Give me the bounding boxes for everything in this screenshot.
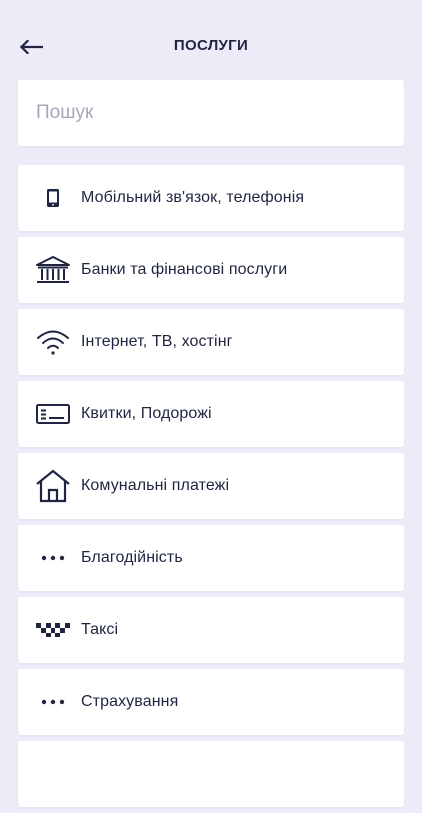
category-label: Таксі (81, 621, 119, 638)
category-item-taxi[interactable]: Таксі (18, 597, 404, 663)
category-item-charity[interactable]: Благодійність (18, 525, 404, 591)
more-dots-icon (35, 684, 71, 720)
category-label: Квитки, Подорожі (81, 405, 212, 422)
category-label: Страхування (81, 693, 179, 710)
category-label: Інтернет, ТВ, хостінг (81, 333, 233, 350)
category-item-tickets[interactable]: Квитки, Подорожі (18, 381, 404, 447)
house-icon (35, 468, 71, 504)
category-item-insurance[interactable]: Страхування (18, 669, 404, 735)
category-item-internet[interactable]: Інтернет, ТВ, хостінг (18, 309, 404, 375)
category-label: Мобільний зв'язок, телефонія (81, 189, 305, 206)
search-box[interactable] (18, 80, 404, 146)
mobile-phone-icon (35, 180, 71, 216)
category-item-partial[interactable] (18, 741, 404, 807)
search-input[interactable] (18, 80, 376, 146)
category-label: Благодійність (81, 549, 183, 566)
category-item-utilities[interactable]: Комунальні платежі (18, 453, 404, 519)
header: ПОСЛУГИ (0, 0, 422, 92)
category-label: Комунальні платежі (81, 477, 230, 494)
page-title: ПОСЛУГИ (173, 37, 249, 54)
taxi-checker-icon (35, 612, 71, 648)
bank-icon (35, 252, 71, 288)
category-list: Мобільний зв'язок, телефонія Банки та фі… (18, 165, 404, 813)
wifi-icon (35, 324, 71, 360)
category-item-banks[interactable]: Банки та фінансові послуги (18, 237, 404, 303)
category-label: Банки та фінансові послуги (81, 261, 288, 278)
category-item-mobile[interactable]: Мобільний зв'язок, телефонія (18, 165, 404, 231)
ticket-icon (35, 396, 71, 432)
more-dots-icon (35, 540, 71, 576)
